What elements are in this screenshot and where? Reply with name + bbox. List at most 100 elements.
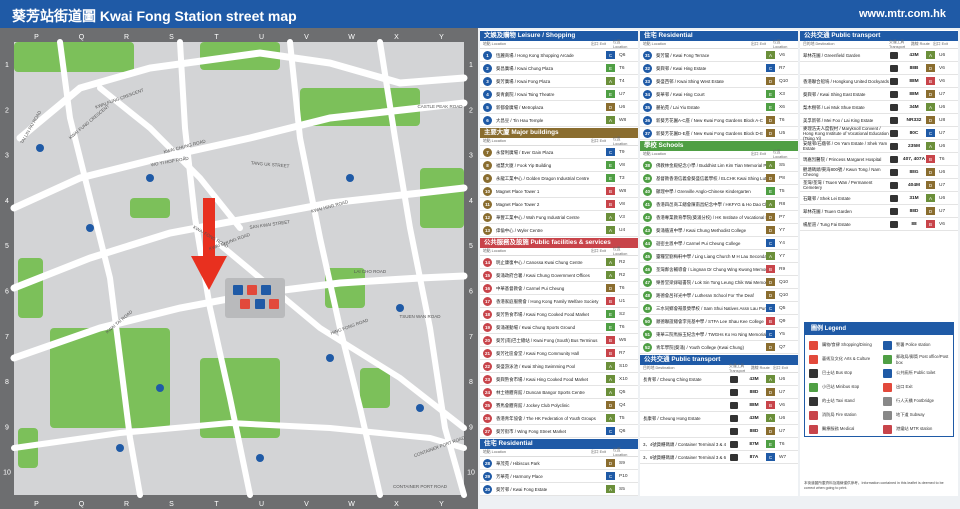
legend-list-item[interactable]: 20 葵芳(南)巴士總站 / Kwai Fong (South) Bus Term… xyxy=(480,334,638,347)
legend-list-item[interactable]: 32 葵興邨 / Kwai Hing Estate C R7 xyxy=(640,62,798,75)
transit-row[interactable]: 葵興邨 / Kwai Shing East Estate 88M D U7 xyxy=(800,88,958,101)
poi-marker-icon[interactable] xyxy=(416,404,424,412)
legend-list-item[interactable]: 23 葵興熟食市場 / Kwai Hing Cooked Food Market A… xyxy=(480,373,638,386)
route-number: 88B xyxy=(909,65,919,71)
legend-list-item[interactable]: 43 葵涌循道中學 / Kwai Chung Methodist College D… xyxy=(640,224,798,237)
legend-list-item[interactable]: 18 葵芳熟食市場 / Kwai Fong Cooked Food Market E… xyxy=(480,308,638,321)
transit-row[interactable]: 長康邨 / Cheung Hong Estate 43M A U6 xyxy=(640,412,798,425)
transit-row[interactable]: 香港聯合船塢 / Hongkong United Dockyards 88M B V6 xyxy=(800,75,958,88)
legend-list-item[interactable]: 48 路德會呂祥光中學 / Lutheran School For The Dea… xyxy=(640,289,798,302)
legend-list-item[interactable]: 6 大昌豆 / Tin Hau Temple A W8 xyxy=(480,114,638,127)
column-header: 出口 Exit xyxy=(751,42,766,46)
legend-list-item[interactable]: 11 Magnet Place Tower 2 B V8 xyxy=(480,198,638,211)
poi-marker-icon[interactable] xyxy=(346,174,354,182)
legend-list-item[interactable]: 21 葵芳社區會堂 / Kwai Fong Community Hall B R7 xyxy=(480,347,638,360)
legend-list-item[interactable]: 45 靈糧堂劉梅軒中學 / Ling Liang Church M H Lau S… xyxy=(640,250,798,263)
legend-list-item[interactable]: 33 葵盛西邨 / Kwai Shing West Estate D Q10 xyxy=(640,75,798,88)
transit-row[interactable]: 楊屋道 / Tung Fai Estate 88 B V6 xyxy=(800,218,958,231)
station-exit-icon[interactable] xyxy=(255,299,265,309)
transit-row[interactable]: 觀塘碼頭/東海800號 / Kwun Tong / Nam Cheong 88G D… xyxy=(800,166,958,179)
website-link[interactable]: www.mtr.com.hk xyxy=(859,8,946,20)
poi-marker-icon[interactable] xyxy=(156,384,164,392)
bus-icon xyxy=(890,103,898,111)
grid-column-label: Y xyxy=(439,34,444,41)
legend-list-item[interactable]: 38 佛教林金殿紀念小學 / Buddhist Lim Kim Tian Memo… xyxy=(640,159,798,172)
legend-list-item[interactable]: 35 麗祐苑 / Lai Yiu Estate E X6 xyxy=(640,101,798,114)
legend-list-item[interactable]: 12 華豐工業中心 / Wah Fung Industrial Centre A V3 xyxy=(480,211,638,224)
poi-marker-icon[interactable] xyxy=(36,144,44,152)
transit-row[interactable]: 長青邨 / Cheung Ching Estate 43M A U6 xyxy=(640,373,798,386)
transit-row[interactable]: 3、6號貨櫃碼頭 / Container Terminal 3 & 6 87A C W… xyxy=(640,451,798,464)
legend-list-item[interactable]: 40 顯理中學 / Grenville Anglo-Chinese Kinderg… xyxy=(640,185,798,198)
poi-marker-icon[interactable] xyxy=(326,354,334,362)
legend-list-item[interactable]: 46 荃灣鄰舍輔導會 / Lingnan Dr Chung Wing Kwong … xyxy=(640,263,798,276)
legend-list-item[interactable]: 13 偉倫中心 / Wyler Centre A U4 xyxy=(480,224,638,237)
legend-list-item[interactable]: 16 中華基督教會 / Carmel Pui Cheung D T6 xyxy=(480,282,638,295)
transit-row[interactable]: 翠林花園 / Tsuen Garden 88D D U7 xyxy=(800,205,958,218)
map-canvas[interactable]: P P Q Q R R S S T T U U V V W W X X Y Y 1 1 2 2 3 3 4 4 5 5 6 6 7 7 8 8 9 9 10… xyxy=(0,28,478,509)
legend-list-item[interactable]: 37 新葵芳花園D-E座 / New Kwai Fong Gardens Bloc… xyxy=(640,127,798,140)
transit-row[interactable]: 翠林花園 / Greenfield Garden 43M A U6 xyxy=(800,49,958,62)
transit-row[interactable]: 88D D U7 xyxy=(640,425,798,438)
transit-row[interactable]: 梨木樹邨 / Lei Muk Shue Estate 34M A U6 xyxy=(800,101,958,114)
legend-list-item[interactable]: 22 葵盛游泳池 / Kwai Shing Swimming Pool A S10 xyxy=(480,360,638,373)
legend-list-item[interactable]: 7 永發利廣場 / Ever Gain Plaza C T9 xyxy=(480,146,638,159)
transit-row[interactable]: 荃灣/荃灣 / Tsuen Wan / Permanent Cemetery 40… xyxy=(800,179,958,192)
poi-marker-icon[interactable] xyxy=(116,444,124,452)
legend-list-item[interactable]: 29 芳華苑 / Harmony Place C P10 xyxy=(480,470,638,483)
station-exit-icon[interactable] xyxy=(247,285,257,295)
legend-list-item[interactable]: 27 葵芳街市 / Wing Fong Street Market C Q6 xyxy=(480,425,638,438)
legend-list-item[interactable]: 28 華茂苑 / Hibiscus Park D S9 xyxy=(480,457,638,470)
station-exit-icon[interactable] xyxy=(269,299,279,309)
transit-row[interactable]: 88B D V6 xyxy=(800,62,958,75)
legend-list-item[interactable]: 34 葵華邨 / Kwai Hing Court E X3 xyxy=(640,88,798,101)
legend-list-item[interactable]: 50 順德聯誼總會李兆基中學 / STFA Lee Shau Kee Colleg… xyxy=(640,315,798,328)
station-exit-icon[interactable] xyxy=(261,285,271,295)
poi-marker-icon[interactable] xyxy=(146,174,154,182)
transit-row[interactable]: 安蔭邨/石蔭邨 / On Yam Estate / Shek Yam Estat… xyxy=(800,140,958,153)
transit-row[interactable]: 3、4號貨櫃碼頭 / Container Terminal 3 & 4 87M E T… xyxy=(640,438,798,451)
legend-list-item[interactable]: 25 賽馬會體育館 / Jockey Club Polyclinic D Q4 xyxy=(480,399,638,412)
legend-list-item[interactable]: 49 三水同鄉會禤景榮學校 / Sam Shui Natives Assn Lau… xyxy=(640,302,798,315)
legend-list-item[interactable]: 24 林士德體育館 / Duncan Bangor Sports Centre A Q… xyxy=(480,386,638,399)
legend-list-item[interactable]: 4 葵青劇院 / Kwai Tsing Theatre E U7 xyxy=(480,88,638,101)
legend-list-item[interactable]: 2 葵昌廣場 / Kwai Chung Plaza E T6 xyxy=(480,62,638,75)
transit-row[interactable]: 88D D U7 xyxy=(640,386,798,399)
exit-badge: A xyxy=(926,51,935,59)
grid-location: V6 xyxy=(939,78,945,84)
legend-list-item[interactable]: 36 新葵芳花園A-C座 / New Kwai Fong Gardens Bloc… xyxy=(640,114,798,127)
legend-list-item[interactable]: 19 葵涌運動場 / Kwai Chung Sports Ground E T6 xyxy=(480,321,638,334)
legend-list-item[interactable]: 52 青年學院(葵涌) / Youth College (Kwai Chung) D… xyxy=(640,341,798,354)
legend-list-item[interactable]: 26 香港青年協會 / The HK Federation of Youth Gr… xyxy=(480,412,638,425)
legend-list-item[interactable]: 44 迦密主恩中學 / Carmel Pui Cheung College C Y4 xyxy=(640,237,798,250)
column-header: 位置 Location xyxy=(773,150,788,159)
legend-list-item[interactable]: 42 香港專業教育學院(葵涌分校) / HK Institute of Vocat… xyxy=(640,211,798,224)
legend-list-item[interactable]: 15 葵涌政府合署 / Kwai Chung Government Offices… xyxy=(480,269,638,282)
legend-list-item[interactable]: 8 福慧大廈 / Fook Yip Building E V8 xyxy=(480,159,638,172)
legend-list-item[interactable]: 39 基督教香港信義會葵盛信義學校 / ELCHK Kwai Shing Luth… xyxy=(640,172,798,185)
transit-row[interactable]: 麥理浩夫人度假村 / Maryknoll Convent / Hong Kong… xyxy=(800,126,958,141)
legend-list-item[interactable]: 30 葵芳邨 / Kwai Fong Estate A S5 xyxy=(480,483,638,496)
station-exit-icon[interactable] xyxy=(240,299,250,309)
legend-list-item[interactable]: 47 樂善堂梁銶琚書院 / Lok Sin Tong Leung Chik Wai… xyxy=(640,276,798,289)
legend-list-item[interactable]: 17 香港家庭服務會 / Hong Kong Family Welfare Soc… xyxy=(480,295,638,308)
legend-list-item[interactable]: 3 葵芳廣場 / Kwai Fong Plaza A T4 xyxy=(480,75,638,88)
legend-list-item[interactable]: 51 東華三院馬振玉紀念中學 / TWGHs Ko Ho Ning Memoria… xyxy=(640,328,798,341)
transit-row[interactable]: 88M B V6 xyxy=(640,399,798,412)
grid-location: Y7 xyxy=(779,227,785,233)
legend-list-item[interactable]: 14 明止康復中心 / Canossa Kwai Chung Centre A R2 xyxy=(480,256,638,269)
legend-list-item[interactable]: 9 永龍工業中心 / Golden Dragon Industrial Centr… xyxy=(480,172,638,185)
exit-badge: B xyxy=(606,336,615,344)
legend-list-item[interactable]: 1 恆麗商場 / Hong Kong Shopping Arcade C Q6 xyxy=(480,49,638,62)
legend-list-item[interactable]: 41 香港四邑商工總會陳南昌紀念中學 / HKFYG & Ho Dao Chiu … xyxy=(640,198,798,211)
poi-marker-icon[interactable] xyxy=(86,224,94,232)
legend-list-item[interactable]: 31 葵芳閣 / Kwai Fong Terrace A V6 xyxy=(640,49,798,62)
transit-row[interactable]: 石籬邨 / Shek Lei Estate 31M A U6 xyxy=(800,192,958,205)
station-exit-icon[interactable] xyxy=(233,285,243,295)
street-map[interactable]: P P Q Q R R S S T T U U V V W W X X Y Y 1 1 2 2 3 3 4 4 5 5 6 6 7 7 8 8 9 9 10… xyxy=(0,28,478,509)
transit-row[interactable]: 瑪嘉烈醫院 / Princess Margaret Hospital 407, 4… xyxy=(800,153,958,166)
legend-list-item[interactable]: 10 Magnet Place Tower 1 B W8 xyxy=(480,185,638,198)
poi-marker-icon[interactable] xyxy=(396,304,404,312)
poi-marker-icon[interactable] xyxy=(256,454,264,462)
legend-list-item[interactable]: 5 新都會廣場 / Metroplaza D U6 xyxy=(480,101,638,114)
